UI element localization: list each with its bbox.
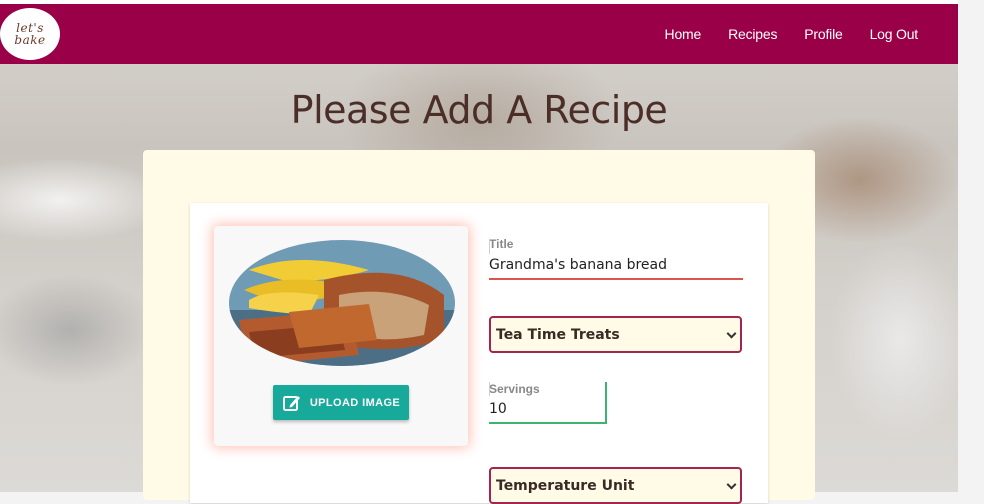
upload-image-label: UPLOAD IMAGE: [309, 396, 401, 409]
upload-image-button[interactable]: UPLOAD IMAGE: [273, 385, 409, 420]
servings-label: Servings: [489, 382, 540, 396]
scrollbar-gutter: [958, 0, 984, 492]
title-label: Title: [489, 237, 514, 251]
nav-home[interactable]: Home: [665, 26, 702, 42]
edit-icon: [282, 395, 300, 411]
nav-links: Home Recipes Profile Log Out: [638, 4, 919, 64]
brand-logo[interactable]: let's bake: [0, 8, 60, 60]
category-selected: Tea Time Treats: [496, 326, 620, 343]
nav-recipes[interactable]: Recipes: [728, 26, 777, 42]
nav-profile[interactable]: Profile: [804, 26, 842, 42]
category-select[interactable]: Tea Time Treats: [489, 316, 742, 353]
title-input[interactable]: [489, 252, 743, 280]
recipe-photo: [229, 240, 455, 366]
temperature-unit-select[interactable]: Temperature Unit: [489, 467, 742, 504]
page-title: Please Add A Recipe: [290, 88, 668, 132]
servings-input[interactable]: [489, 396, 606, 424]
temperature-selected: Temperature Unit: [496, 477, 635, 494]
chevron-down-icon: [726, 479, 737, 490]
logo-line-2: bake: [14, 33, 46, 47]
nav-logout[interactable]: Log Out: [870, 26, 919, 42]
chevron-down-icon: [726, 328, 737, 339]
navbar: let's bake Home Recipes Profile Log Out: [0, 4, 958, 64]
servings-field-edge: [489, 382, 490, 396]
